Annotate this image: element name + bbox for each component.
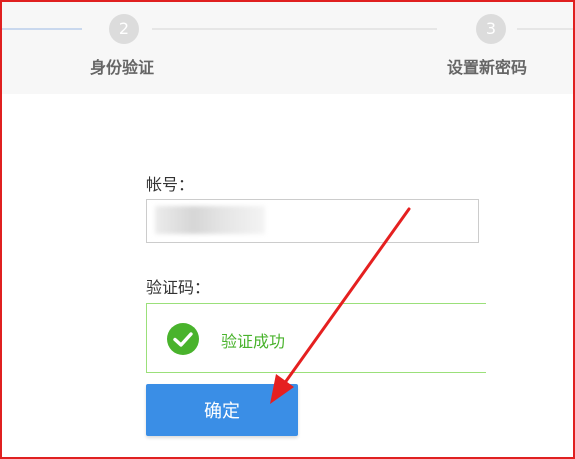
- captcha-verify-box: 验证成功: [146, 303, 486, 373]
- account-field[interactable]: [146, 199, 479, 243]
- redacted-account-value: [155, 206, 265, 234]
- step-connector: [517, 28, 573, 30]
- step-2-circle: 2: [109, 14, 139, 44]
- captcha-label: 验证码：: [146, 278, 211, 297]
- step-2-label: 身份验证: [90, 58, 155, 77]
- step-connector-done: [2, 28, 82, 30]
- captcha-success-text: 验证成功: [221, 332, 286, 351]
- step-3-label: 设置新密码: [447, 58, 528, 77]
- confirm-button[interactable]: 确定: [146, 384, 298, 436]
- step-progress-bar: 2 身份验证 3 设置新密码: [2, 2, 573, 94]
- account-label: 帐号：: [146, 175, 195, 194]
- step-connector: [152, 28, 437, 30]
- screenshot-frame: 2 身份验证 3 设置新密码 帐号： 验证码： 验证成功 确定: [0, 0, 575, 459]
- check-circle-icon: [167, 323, 199, 355]
- step-3-circle: 3: [476, 14, 506, 44]
